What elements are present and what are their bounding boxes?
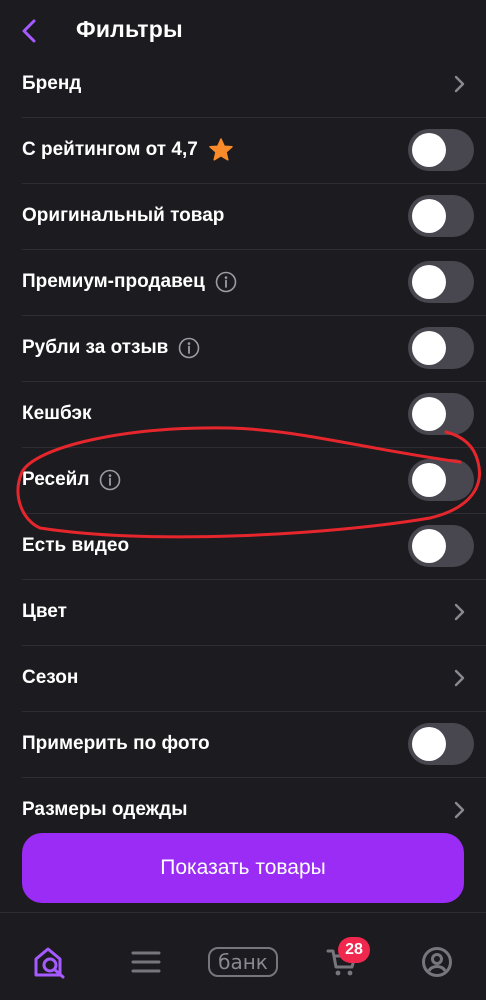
toggle-knob xyxy=(412,397,446,431)
filter-row-video: Есть видео xyxy=(0,513,486,579)
filter-label: Ресейл xyxy=(22,469,90,490)
filter-row-brand[interactable]: Бренд xyxy=(0,51,486,117)
filter-label: Бренд xyxy=(22,73,82,94)
original-toggle[interactable] xyxy=(408,195,474,237)
chevron-right-icon[interactable] xyxy=(452,74,466,94)
filter-row-season[interactable]: Сезон xyxy=(0,645,486,711)
cart-badge: 28 xyxy=(338,937,370,963)
bank-label: банк xyxy=(208,947,278,977)
video-toggle[interactable] xyxy=(408,525,474,567)
tab-bank[interactable]: банк xyxy=(206,942,280,982)
filter-row-original: Оригинальный товар xyxy=(0,183,486,249)
filter-row-rating: С рейтингом от 4,7 xyxy=(0,117,486,183)
menu-icon xyxy=(131,951,161,973)
filter-row-review-rubles: Рубли за отзыв xyxy=(0,315,486,381)
toggle-knob xyxy=(412,331,446,365)
toggle-knob xyxy=(412,199,446,233)
info-icon[interactable] xyxy=(99,469,121,491)
filter-label: Сезон xyxy=(22,667,79,688)
toggle-knob xyxy=(412,265,446,299)
resale-toggle[interactable] xyxy=(408,459,474,501)
info-icon[interactable] xyxy=(215,271,237,293)
star-icon xyxy=(208,137,234,163)
chevron-left-icon xyxy=(22,19,36,43)
toggle-knob xyxy=(412,529,446,563)
filter-label: Размеры одежды xyxy=(22,799,188,820)
filter-row-cashback: Кешбэк xyxy=(0,381,486,447)
filter-label: Примерить по фото xyxy=(22,733,210,754)
filter-label: Цвет xyxy=(22,601,67,622)
tab-home[interactable] xyxy=(30,942,70,982)
filter-label: Кешбэк xyxy=(22,403,92,424)
back-button[interactable] xyxy=(12,14,46,48)
page-title: Фильтры xyxy=(76,16,183,42)
filter-row-color[interactable]: Цвет xyxy=(0,579,486,645)
filter-label: Премиум-продавец xyxy=(22,271,205,292)
filter-label: Рубли за отзыв xyxy=(22,337,169,358)
divider xyxy=(0,912,486,913)
chevron-right-icon[interactable] xyxy=(452,602,466,622)
filter-row-resale: Ресейл xyxy=(0,447,486,513)
toggle-knob xyxy=(412,133,446,167)
toggle-knob xyxy=(412,727,446,761)
chevron-right-icon[interactable] xyxy=(452,668,466,688)
home-search-icon xyxy=(34,947,65,979)
cashback-toggle[interactable] xyxy=(408,393,474,435)
rating-toggle[interactable] xyxy=(408,129,474,171)
chevron-right-icon[interactable] xyxy=(452,800,466,820)
profile-icon xyxy=(422,947,452,977)
filter-label: Оригинальный товар xyxy=(22,205,225,226)
tab-profile[interactable] xyxy=(418,942,456,982)
filter-list: Бренд С рейтингом от 4,7 Оригинальный то… xyxy=(0,51,486,843)
info-icon[interactable] xyxy=(178,337,200,359)
filter-row-try-on: Примерить по фото xyxy=(0,711,486,777)
filter-label: С рейтингом от 4,7 xyxy=(22,139,198,160)
review-rubles-toggle[interactable] xyxy=(408,327,474,369)
try-on-toggle[interactable] xyxy=(408,723,474,765)
tab-catalog[interactable] xyxy=(128,942,164,982)
filter-row-premium: Премиум-продавец xyxy=(0,249,486,315)
toggle-knob xyxy=(412,463,446,497)
show-products-button[interactable]: Показать товары xyxy=(22,833,464,903)
tab-bar: банк xyxy=(0,920,486,1000)
premium-toggle[interactable] xyxy=(408,261,474,303)
filter-label: Есть видео xyxy=(22,535,130,556)
